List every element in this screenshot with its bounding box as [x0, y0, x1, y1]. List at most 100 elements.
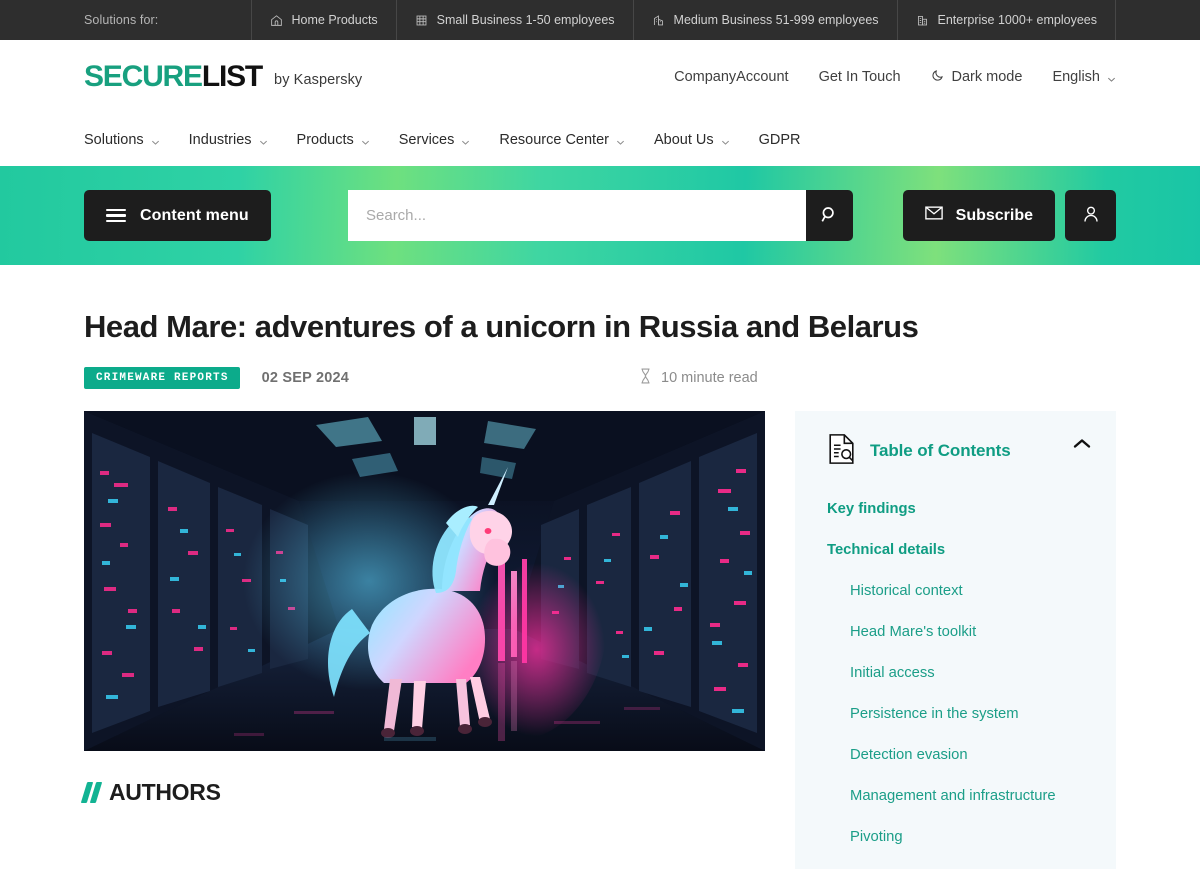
- hero-image: [84, 410, 765, 751]
- nav-item-label: Resource Center: [499, 132, 609, 148]
- read-time-label: 10 minute read: [661, 369, 758, 386]
- top-utility-bar: Solutions for: Home Products Small Busin…: [0, 0, 1200, 40]
- header-item-get-in-touch[interactable]: Get In Touch: [819, 69, 901, 85]
- subscribe-button[interactable]: Subscribe: [902, 190, 1055, 241]
- chevron-down-icon: [721, 135, 730, 145]
- content-menu-button[interactable]: Content menu: [84, 190, 271, 241]
- nav-item-label: Services: [398, 132, 455, 148]
- search-submit-button[interactable]: [806, 190, 853, 241]
- topbar-item-label: Medium Business 51-999 employees: [673, 13, 879, 27]
- nav-item-services[interactable]: Services: [399, 132, 471, 148]
- search-input[interactable]: [348, 190, 806, 241]
- article-main-column: AUTHORS: [80, 410, 765, 869]
- toc-item-link[interactable]: Pivoting: [850, 829, 903, 845]
- toc-item-link[interactable]: Detection evasion: [850, 747, 968, 763]
- user-icon: [1081, 204, 1101, 227]
- logo-text: SECURELIST: [84, 60, 263, 93]
- account-button[interactable]: [1065, 190, 1116, 241]
- search-group: [348, 190, 853, 241]
- toc-item[interactable]: Detection evasion: [795, 746, 1116, 764]
- toc-item[interactable]: Initial access: [795, 664, 1116, 682]
- topbar-item-medium-business[interactable]: Medium Business 51-999 employees: [632, 0, 897, 40]
- toc-list: Key findings Technical details Historica…: [795, 500, 1116, 846]
- toc-item[interactable]: Historical context: [795, 582, 1116, 600]
- site-header: SECURELIST by Kaspersky CompanyAccount G…: [0, 40, 1200, 114]
- nav-item-label: GDPR: [758, 132, 801, 148]
- logo-secondary: LIST: [201, 60, 263, 93]
- header-item-label: English: [1052, 69, 1100, 85]
- nav-item-label: Solutions: [84, 132, 144, 148]
- nav-item-label: About Us: [653, 132, 714, 148]
- nav-item-resource-center[interactable]: Resource Center: [499, 132, 625, 148]
- subscribe-label: Subscribe: [955, 206, 1033, 224]
- chevron-down-icon: [151, 135, 160, 145]
- authors-heading-label: AUTHORS: [109, 778, 221, 805]
- toc-item-link[interactable]: Technical details: [827, 542, 945, 558]
- topbar-item-label: Small Business 1-50 employees: [436, 13, 615, 27]
- document-search-icon: [827, 433, 856, 470]
- content-menu-label: Content menu: [140, 206, 249, 224]
- publish-date: 02 SEP 2024: [261, 369, 350, 386]
- toc-item[interactable]: Head Mare's toolkit: [795, 623, 1116, 641]
- medium-building-icon: [652, 14, 665, 27]
- status-badge[interactable]: CRIMEWARE REPORTS: [84, 366, 240, 389]
- hourglass-icon: [639, 368, 652, 388]
- small-building-icon: [415, 14, 428, 27]
- toc-item[interactable]: Technical details: [795, 541, 1116, 559]
- nav-item-about-us[interactable]: About Us: [654, 132, 730, 148]
- toc-item-link[interactable]: Historical context: [850, 583, 963, 599]
- toc-item[interactable]: Management and infrastructure: [795, 787, 1116, 805]
- toc-item-link[interactable]: Head Mare's toolkit: [850, 624, 976, 640]
- search-icon: [820, 205, 839, 227]
- solutions-for-label: Solutions for:: [84, 13, 159, 27]
- nav-item-industries[interactable]: Industries: [189, 132, 268, 148]
- nav-item-label: Industries: [188, 132, 252, 148]
- article-body-grid: AUTHORS Table of Contents Key findings T…: [80, 410, 1116, 869]
- chevron-down-icon: [461, 135, 470, 145]
- toc-item-link[interactable]: Persistence in the system: [850, 706, 1019, 722]
- header-item-company-account[interactable]: CompanyAccount: [674, 69, 788, 85]
- header-item-label: Get In Touch: [818, 69, 901, 85]
- article-page: Head Mare: adventures of a unicorn in Ru…: [80, 309, 1116, 869]
- site-logo[interactable]: SECURELIST by Kaspersky: [84, 40, 362, 114]
- header-item-label: CompanyAccount: [674, 69, 789, 85]
- topbar-item-home-products[interactable]: Home Products: [250, 0, 396, 40]
- toc-title: Table of Contents: [870, 441, 1011, 461]
- double-slash-icon: [80, 781, 103, 803]
- toc-item[interactable]: Pivoting: [795, 828, 1116, 846]
- toc-item-link[interactable]: Initial access: [850, 665, 935, 681]
- nav-item-gdpr[interactable]: GDPR: [759, 132, 801, 148]
- header-item-language[interactable]: English: [1052, 69, 1116, 85]
- toc-item-link[interactable]: Key findings: [827, 501, 916, 517]
- band-right-actions: Subscribe: [902, 190, 1116, 241]
- envelope-icon: [924, 206, 943, 225]
- chevron-down-icon: [259, 135, 268, 145]
- header-right-nav: CompanyAccount Get In Touch Dark mode En…: [674, 40, 1116, 114]
- chevron-down-icon: [616, 135, 625, 145]
- chevron-down-icon: [361, 135, 370, 145]
- enterprise-building-icon: [916, 14, 929, 27]
- authors-heading: AUTHORS: [80, 778, 765, 806]
- moon-icon: [931, 68, 945, 86]
- topbar-item-small-business[interactable]: Small Business 1-50 employees: [395, 0, 633, 40]
- home-icon: [270, 14, 283, 27]
- table-of-contents-panel: Table of Contents Key findings Technical…: [795, 410, 1116, 869]
- page-title: Head Mare: adventures of a unicorn in Ru…: [84, 309, 919, 344]
- toc-item-link[interactable]: Management and infrastructure: [850, 788, 1056, 804]
- search-band: Content menu Subscribe: [0, 166, 1200, 265]
- toc-item[interactable]: Key findings: [795, 500, 1116, 518]
- read-time: 10 minute read: [639, 368, 758, 388]
- topbar-item-label: Home Products: [291, 13, 378, 27]
- header-item-dark-mode[interactable]: Dark mode: [931, 68, 1023, 86]
- chevron-down-icon: [1107, 72, 1116, 82]
- toc-header[interactable]: Table of Contents: [795, 433, 1116, 470]
- nav-item-products[interactable]: Products: [297, 132, 370, 148]
- toc-item[interactable]: Persistence in the system: [795, 705, 1116, 723]
- header-item-label: Dark mode: [951, 69, 1023, 85]
- main-navigation: Solutions Industries Products Services R…: [0, 114, 1200, 166]
- topbar-item-enterprise[interactable]: Enterprise 1000+ employees: [896, 0, 1116, 40]
- nav-item-solutions[interactable]: Solutions: [84, 132, 160, 148]
- nav-item-label: Products: [296, 132, 354, 148]
- logo-byline: by Kaspersky: [274, 72, 363, 88]
- chevron-up-icon[interactable]: [1072, 437, 1092, 455]
